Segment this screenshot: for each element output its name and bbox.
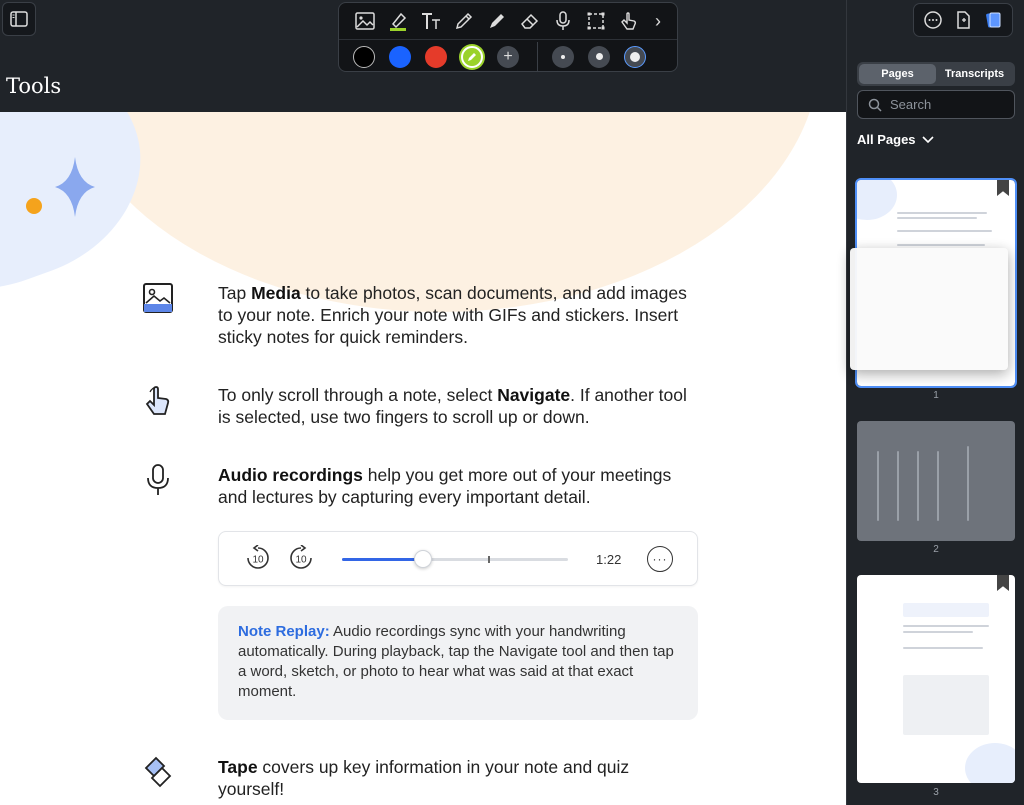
- sparkle-decoration: [26, 157, 95, 217]
- toolbar-divider: [537, 41, 538, 72]
- drawing-toolbar: › +: [338, 2, 678, 72]
- page-number-1: 1: [933, 390, 939, 401]
- highlighter-icon: [390, 12, 407, 31]
- media-description: Tap Media to take photos, scan documents…: [218, 283, 687, 347]
- decorative-shape: [965, 743, 1015, 783]
- bookmark-marker: [488, 556, 490, 563]
- playback-scrubber[interactable]: [342, 550, 568, 568]
- svg-text:10: 10: [295, 555, 307, 566]
- more-options-icon[interactable]: [923, 10, 943, 30]
- top-bar: Tools › +: [0, 0, 846, 112]
- skip-forward-button[interactable]: 10: [288, 544, 314, 571]
- note-replay-callout: Note Replay: Audio recordings sync with …: [218, 606, 698, 720]
- toolbar-more-button[interactable]: ›: [648, 11, 668, 32]
- stroke-size-medium[interactable]: [588, 45, 610, 68]
- notes-app: Tools › + Tap Media to take photos, scan…: [0, 0, 1024, 805]
- color-blue-swatch[interactable]: [389, 45, 411, 68]
- playback-progress: [342, 558, 424, 561]
- text-icon: [422, 13, 440, 29]
- ellipsis-icon: ···: [652, 552, 668, 566]
- tape-icon: [144, 756, 172, 788]
- lasso-tool-button[interactable]: [582, 7, 610, 35]
- playback-time: 1:22: [596, 552, 622, 567]
- search-icon: [868, 98, 882, 112]
- eraser-tool-button[interactable]: [516, 7, 544, 35]
- pages-search-input[interactable]: Search: [857, 90, 1015, 119]
- eraser-icon: [521, 13, 539, 29]
- add-color-button[interactable]: +: [497, 45, 519, 68]
- dot-icon: [561, 54, 565, 59]
- search-placeholder: Search: [890, 97, 932, 112]
- pencil-tool-button[interactable]: [450, 7, 478, 35]
- text-tool-button[interactable]: [417, 7, 445, 35]
- navigate-icon: [621, 12, 637, 30]
- page-thumbnail-3[interactable]: [857, 575, 1015, 783]
- navigate-tool-button[interactable]: [615, 7, 643, 35]
- audio-description: Audio recordings help you get more out o…: [218, 465, 672, 507]
- plus-icon: +: [503, 47, 513, 65]
- audio-tool-button[interactable]: [549, 7, 577, 35]
- tab-transcripts[interactable]: Transcripts: [936, 64, 1013, 84]
- color-black-swatch[interactable]: [353, 45, 375, 68]
- audio-player: 10 10 1:22 ···: [218, 531, 698, 586]
- marker-tool-button[interactable]: [483, 7, 511, 35]
- lasso-icon: [587, 12, 605, 30]
- chevron-down-icon: [921, 135, 934, 143]
- color-red-swatch[interactable]: [425, 45, 447, 68]
- stroke-size-small[interactable]: [552, 45, 574, 68]
- highlighter-tool-button[interactable]: [384, 7, 412, 35]
- media-icon: [143, 283, 173, 313]
- microphone-icon: [147, 464, 169, 495]
- dot-icon: [595, 53, 603, 60]
- page-title: Tools: [6, 74, 62, 98]
- note-canvas[interactable]: Tap Media to take photos, scan documents…: [0, 112, 846, 805]
- page-filter-dropdown[interactable]: All Pages: [857, 132, 934, 147]
- fast-forward-icon: 10: [290, 544, 312, 569]
- stroke-size-large[interactable]: [624, 45, 646, 68]
- media-icon: [355, 12, 375, 30]
- color-green-swatch[interactable]: [461, 45, 483, 68]
- bookmark-icon: [997, 575, 1009, 591]
- sidebar-toggle-button[interactable]: [2, 2, 36, 36]
- page-thumbnail-2[interactable]: [857, 421, 1015, 541]
- dragged-page-preview[interactable]: [850, 248, 1008, 370]
- navigate-hand-icon: [145, 386, 170, 415]
- decorative-shape: [857, 180, 897, 220]
- tab-pages[interactable]: Pages: [859, 64, 936, 84]
- pages-panel: Pages Transcripts Search All Pages 1 2 3: [846, 0, 1024, 805]
- navigate-description: To only scroll through a note, select Na…: [218, 385, 687, 427]
- skip-back-button[interactable]: 10: [245, 544, 271, 571]
- tape-description: Tape covers up key information in your n…: [218, 757, 630, 799]
- svg-text:10: 10: [252, 555, 264, 566]
- page-thumbnails-icon[interactable]: [983, 10, 1003, 30]
- page-number-3: 3: [933, 787, 939, 798]
- rewind-icon: 10: [247, 544, 269, 569]
- marker-icon: [490, 14, 504, 28]
- panel-actions: [913, 3, 1013, 37]
- sidebar-icon: [10, 11, 28, 27]
- pencil-icon: [455, 12, 473, 30]
- microphone-icon: [556, 11, 570, 30]
- dot-icon: [630, 51, 640, 62]
- add-page-icon[interactable]: [953, 10, 973, 30]
- scrubber-handle[interactable]: [414, 550, 433, 568]
- bookmark-icon: [997, 180, 1009, 196]
- page-number-2: 2: [933, 544, 939, 555]
- panel-tabs: Pages Transcripts: [857, 62, 1015, 86]
- color-row: +: [339, 39, 677, 73]
- player-more-button[interactable]: ···: [647, 546, 673, 572]
- selected-pen-icon: [468, 52, 476, 61]
- chevron-right-icon: ›: [655, 10, 661, 31]
- tool-row: ›: [339, 3, 677, 39]
- media-tool-button[interactable]: [351, 7, 379, 35]
